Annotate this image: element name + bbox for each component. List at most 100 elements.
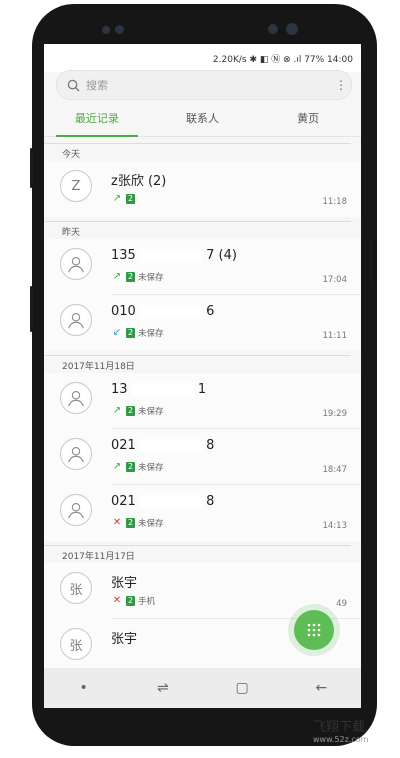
tab-recent[interactable]: 最近记录 [44,106,150,137]
tab-contacts[interactable]: 联系人 [150,106,256,136]
person-icon[interactable] [60,438,92,470]
front-camera-icon [286,23,298,35]
call-note: 未保存 [138,407,164,417]
redacted-mask [131,382,194,397]
name-prefix: 张宇 [111,576,138,591]
power-key [370,240,373,282]
navigation-bar: • ⇌ ▢ ← [44,668,361,708]
call-time: 19:29 [322,409,348,419]
watermark: 飞翔下载 www.52z.com [313,716,368,744]
volume-key [30,148,33,188]
sim-badge: 2 [126,328,135,338]
person-icon[interactable] [60,248,92,280]
call-details: ✕ 2 手机 [111,595,155,607]
contact-name: 021 8 [111,494,214,509]
sim-badge: 2 [126,596,135,606]
sim-badge: 2 [126,462,135,472]
call-note: 未保存 [138,519,164,529]
call-log-row[interactable]: Z z张欣 (2) ↗ 2 11:18 [44,161,361,217]
call-log-row[interactable]: 021 8 ↗ 2 未保存 18:47 [44,429,361,485]
home-icon[interactable]: ▢ [222,676,262,700]
name-prefix: 010 [111,304,136,319]
sim-badge: 2 [126,272,135,282]
call-log-row[interactable]: 13 1 ↗ 2 未保存 19:29 [44,373,361,429]
watermark-url: www.52z.com [313,735,369,744]
dialpad-icon [307,623,321,637]
nav-dot-icon[interactable]: • [64,676,104,700]
name-prefix: 021 [111,494,136,509]
person-icon[interactable] [60,494,92,526]
call-log-row[interactable]: 021 8 ✕ 2 未保存 14:13 [44,485,361,541]
outgoing-call-icon: ↗ [112,193,122,204]
back-icon[interactable]: ← [301,676,341,700]
call-note: 未保存 [138,463,164,473]
section-divider [44,143,351,144]
section-header: 今天 [44,139,361,161]
missed-call-icon: ✕ [112,595,122,606]
contact-name: 13 1 [111,382,206,397]
name-prefix: 021 [111,438,136,453]
name-suffix: 8 [206,438,215,453]
section-divider [44,355,351,356]
call-details: ↙ 2 未保存 [111,327,164,339]
name-prefix: z张欣 (2) [111,174,167,189]
tab-bar: 最近记录 联系人 黄页 [44,106,361,137]
call-time: 11:18 [322,197,348,207]
contact-name: 张宇 [111,628,137,647]
more-vertical-icon[interactable]: ⋮ [331,78,351,92]
phone-screen: 2.20K/s ✱ ◧ Ⓝ ⊗ .ıl 77% 14:00 搜索 ⋮ 最近记录 … [44,44,361,708]
call-details: ↗ 2 [111,193,135,205]
call-note: 未保存 [138,329,164,339]
outgoing-call-icon: ↗ [112,271,122,282]
sim-badge: 2 [126,518,135,528]
avatar[interactable]: 张 [60,572,92,604]
contact-name: z张欣 (2) [111,170,166,189]
avatar[interactable]: Z [60,170,92,202]
call-details: ↗ 2 未保存 [111,405,164,417]
recents-icon[interactable]: ⇌ [143,676,183,700]
section-title: 2017年11月18日 [62,361,135,372]
redacted-mask [139,494,202,509]
watermark-title: 飞翔下载 [313,720,366,735]
call-time: 11:11 [322,331,348,341]
section-title: 2017年11月17日 [62,551,135,562]
contact-name: 135 7 (4) [111,248,237,263]
status-bar: 2.20K/s ✱ ◧ Ⓝ ⊗ .ıl 77% 14:00 [44,44,361,72]
contact-name: 010 6 [111,304,214,319]
section-divider [44,221,351,222]
contact-name: 021 8 [111,438,214,453]
name-suffix: 1 [197,382,207,397]
sensor-icon [115,25,124,34]
name-prefix: 张宇 [111,632,138,647]
name-suffix: 6 [206,304,215,319]
call-note: 未保存 [138,273,164,283]
outgoing-call-icon: ↗ [112,405,122,416]
sensor-icon [268,24,278,34]
redacted-mask [139,438,202,453]
section-title: 昨天 [62,227,81,238]
call-log-row[interactable]: 135 7 (4) ↗ 2 未保存 17:04 [44,239,361,295]
outgoing-call-icon: ↗ [112,461,122,472]
name-prefix: 13 [111,382,128,397]
section-header: 2017年11月18日 [44,351,361,373]
redacted-mask [139,248,202,263]
sim-badge: 2 [126,194,135,204]
sensor-icon [102,26,110,34]
bixby-key [30,286,33,332]
redacted-mask [139,304,202,319]
call-time: 17:04 [322,275,348,285]
dialpad-button[interactable] [294,610,334,650]
call-time: 14:13 [322,521,348,531]
call-log-row[interactable]: 010 6 ↙ 2 未保存 11:11 [44,295,361,351]
call-details: ↗ 2 未保存 [111,461,164,473]
incoming-call-icon: ↙ [112,327,122,338]
search-placeholder: 搜索 [86,79,108,92]
call-details: ↗ 2 未保存 [111,271,164,283]
tab-yellow-pages[interactable]: 黄页 [255,106,361,136]
person-icon[interactable] [60,382,92,414]
section-header: 2017年11月17日 [44,541,361,563]
call-log-list: 今天 Z z张欣 (2) ↗ 2 11:18 昨天 135 7 (4) ↗ 2 … [44,139,361,675]
person-icon[interactable] [60,304,92,336]
search-bar[interactable]: 搜索 ⋮ [56,70,352,100]
avatar[interactable]: 张 [60,628,92,660]
